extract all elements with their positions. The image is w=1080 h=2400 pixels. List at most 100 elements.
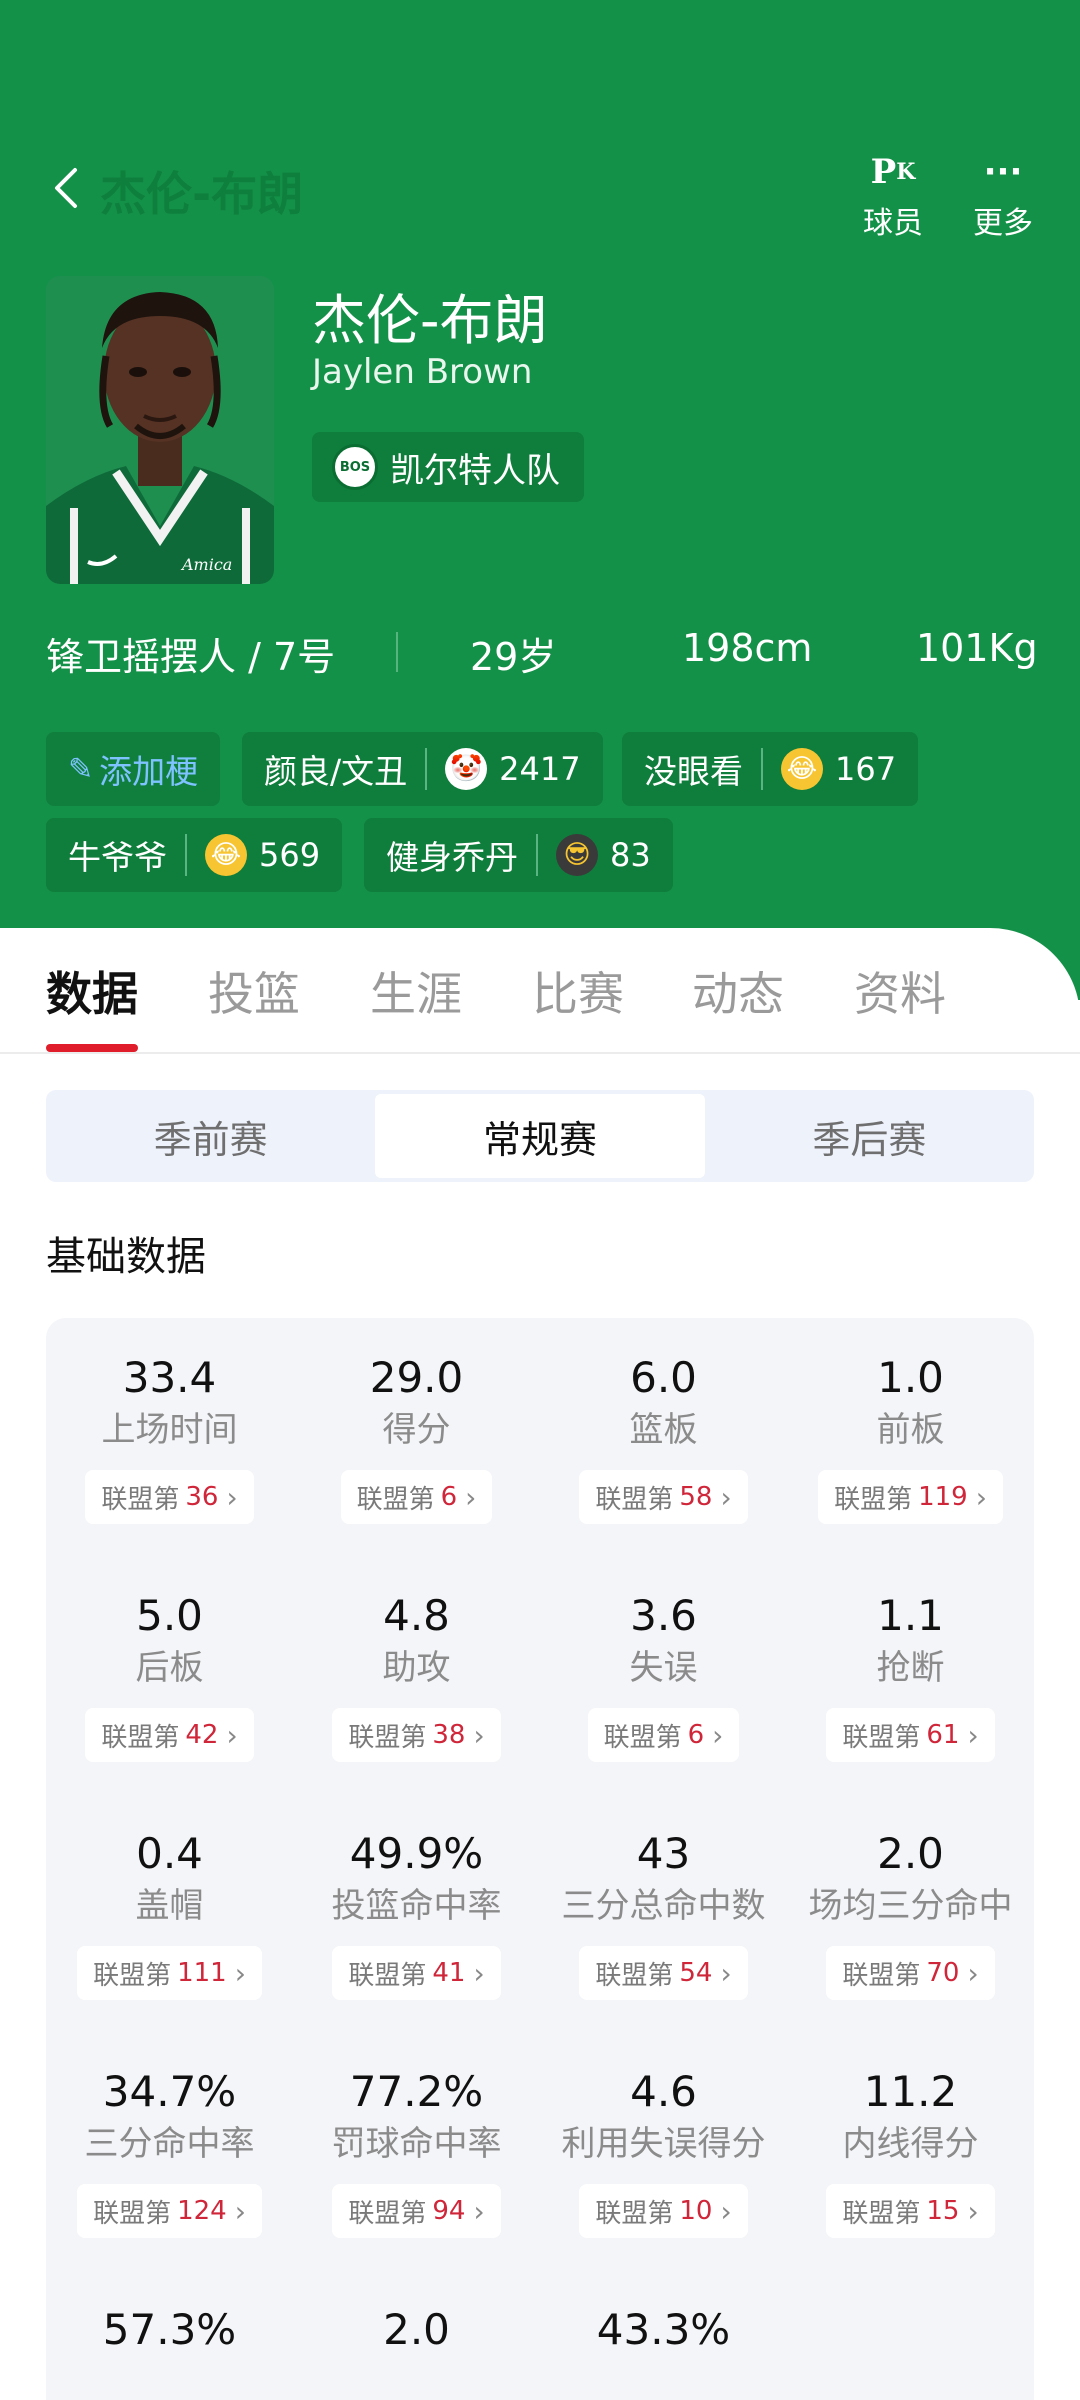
tab-shooting[interactable]: 投篮 (208, 958, 300, 1024)
tag-count: 83 (610, 836, 651, 874)
more-button[interactable]: ··· 更多 (958, 146, 1048, 242)
stat-value: 0.4 (136, 1829, 203, 1878)
league-rank-button[interactable]: 联盟第 119 › (818, 1470, 1003, 1524)
league-rank-button[interactable]: 联盟第 54 › (579, 1946, 748, 2000)
rank-number: 124 (177, 2196, 227, 2226)
rank-number: 111 (177, 1958, 227, 1988)
rank-prefix: 联盟第 (348, 1722, 427, 1753)
tag-item[interactable]: 牛爷爷 😂 569 (46, 818, 343, 892)
rank-prefix: 联盟第 (93, 1960, 172, 1991)
add-tag-button[interactable]: ✎ 添加梗 (46, 732, 221, 806)
stat-label: 投篮命中率 (331, 1886, 502, 1926)
rank-prefix: 联盟第 (595, 2198, 674, 2229)
stat-label: 上场时间 (101, 1410, 238, 1450)
back-button[interactable] (46, 168, 86, 208)
stat-cell: 77.2% 罚球命中率 联盟第 94 › (293, 2066, 540, 2238)
league-rank-button[interactable]: 联盟第 111 › (77, 1946, 262, 2000)
stat-value: 1.0 (877, 1353, 944, 1402)
rank-prefix: 联盟第 (595, 1484, 674, 1515)
league-rank-button[interactable]: 联盟第 36 › (85, 1470, 254, 1524)
segment-playoffs[interactable]: 季后赛 (705, 1090, 1034, 1182)
rank-number: 38 (432, 1720, 466, 1750)
tag-label: 颜良/文丑 (264, 752, 408, 791)
season-type-selector: 季前赛 常规赛 季后赛 (46, 1090, 1034, 1182)
tab-profile[interactable]: 资料 (854, 958, 946, 1024)
tab-data[interactable]: 数据 (46, 958, 138, 1024)
stat-cell: 49.9% 投篮命中率 联盟第 41 › (293, 1828, 540, 2000)
stat-cell: 11.2 内线得分 联盟第 15 › (787, 2066, 1034, 2238)
rank-prefix: 联盟第 (348, 2198, 427, 2229)
stat-label: 篮板 (629, 1410, 698, 1450)
tag-divider (536, 834, 538, 876)
stat-cell: 33.4 上场时间 联盟第 36 › (46, 1352, 293, 1524)
stat-cell: 3.6 失误 联盟第 6 › (540, 1590, 787, 1762)
stat-label: 助攻 (382, 1648, 451, 1688)
tab-games[interactable]: 比赛 (532, 958, 624, 1024)
chevron-right-icon: › (720, 2194, 732, 2228)
rank-prefix: 联盟第 (834, 1484, 913, 1515)
chevron-right-icon: › (226, 1480, 238, 1514)
rank-prefix: 联盟第 (603, 1722, 682, 1753)
pk-button[interactable]: PK 球员 (848, 146, 938, 242)
rank-number: 42 (185, 1720, 219, 1750)
league-rank-button[interactable]: 联盟第 41 › (332, 1946, 501, 2000)
rank-number: 6 (440, 1482, 458, 1512)
stat-cell: 6.0 篮板联盟第 58 › (540, 1352, 787, 1524)
stat-value: 6.0 (630, 1353, 697, 1402)
stat-cell: 43.3% (540, 2304, 787, 2356)
league-rank-button[interactable]: 联盟第 61 › (826, 1708, 995, 1762)
stat-cell: 57.3% (46, 2304, 293, 2356)
rank-number: 70 (926, 1958, 960, 1988)
league-rank-button[interactable]: 联盟第 10 › (579, 2184, 748, 2238)
segment-regular-season[interactable]: 常规赛 (375, 1094, 705, 1178)
tag-item[interactable]: 颜良/文丑 🤡 2417 (242, 732, 603, 806)
stat-value: 2.0 (877, 1829, 944, 1878)
league-rank-button[interactable]: 联盟第 70 › (826, 1946, 995, 2000)
team-chip[interactable]: BOS 凯尔特人队 (312, 432, 584, 502)
tab-news[interactable]: 动态 (692, 958, 784, 1024)
stat-cell: 2.0 场均三分命中 联盟第 70 › (787, 1828, 1034, 2000)
tag-item[interactable]: 健身乔丹 😎 83 (364, 818, 673, 892)
laughing-face-icon: 😂 (205, 834, 247, 876)
tag-label: 没眼看 (644, 752, 743, 791)
tag-count: 167 (835, 750, 897, 788)
chevron-right-icon: › (465, 1480, 477, 1514)
player-page: { "nav": {"title": "杰伦-布朗", "pk_label": … (0, 0, 1080, 2400)
league-rank-button[interactable]: 联盟第 6 › (587, 1708, 740, 1762)
tab-career[interactable]: 生涯 (370, 958, 462, 1024)
celtics-logo-icon: BOS (332, 444, 378, 490)
tag-item[interactable]: 没眼看 😂 167 (622, 732, 919, 806)
stat-cell: 43 三分总命中数 联盟第 54 › (540, 1828, 787, 2000)
rank-prefix: 联盟第 (595, 1960, 674, 1991)
jersey-sponsor: Amica (180, 555, 232, 574)
stat-value: 11.2 (863, 2067, 958, 2116)
chevron-right-icon: › (473, 2194, 485, 2228)
tab-indicator (46, 1044, 138, 1052)
chevron-right-icon: › (226, 1718, 238, 1752)
top-bar: 杰伦-布朗 PK 球员 ··· 更多 (0, 140, 1080, 242)
player-avatar[interactable]: Amica (46, 276, 274, 584)
laughing-face-icon: 😂 (781, 748, 823, 790)
rank-number: 54 (679, 1958, 713, 1988)
segment-preseason[interactable]: 季前赛 (46, 1090, 375, 1182)
league-rank-button[interactable]: 联盟第 42 › (85, 1708, 254, 1762)
chevron-right-icon: › (720, 1480, 732, 1514)
pk-label: 球员 (863, 206, 923, 241)
rank-prefix: 联盟第 (348, 1960, 427, 1991)
stat-label: 利用失误得分 (561, 2124, 766, 2164)
stat-cell: 1.1 抢断 联盟第 61 › (787, 1590, 1034, 1762)
league-rank-button[interactable]: 联盟第 15 › (826, 2184, 995, 2238)
chevron-right-icon: › (720, 1956, 732, 1990)
league-rank-button[interactable]: 联盟第 6 › (340, 1470, 493, 1524)
pk-icon: PK (870, 152, 916, 192)
league-rank-button[interactable]: 联盟第 124 › (77, 2184, 262, 2238)
league-rank-button[interactable]: 联盟第 58 › (579, 1470, 748, 1524)
chevron-right-icon: › (473, 1956, 485, 1990)
rank-number: 10 (679, 2196, 713, 2226)
player-height: 198cm (682, 626, 813, 670)
stat-cell: 5.0 后板 联盟第 42 › (46, 1590, 293, 1762)
stat-value: 4.6 (630, 2067, 697, 2116)
player-photo: Amica (46, 276, 274, 584)
league-rank-button[interactable]: 联盟第 94 › (332, 2184, 501, 2238)
league-rank-button[interactable]: 联盟第 38 › (332, 1708, 501, 1762)
